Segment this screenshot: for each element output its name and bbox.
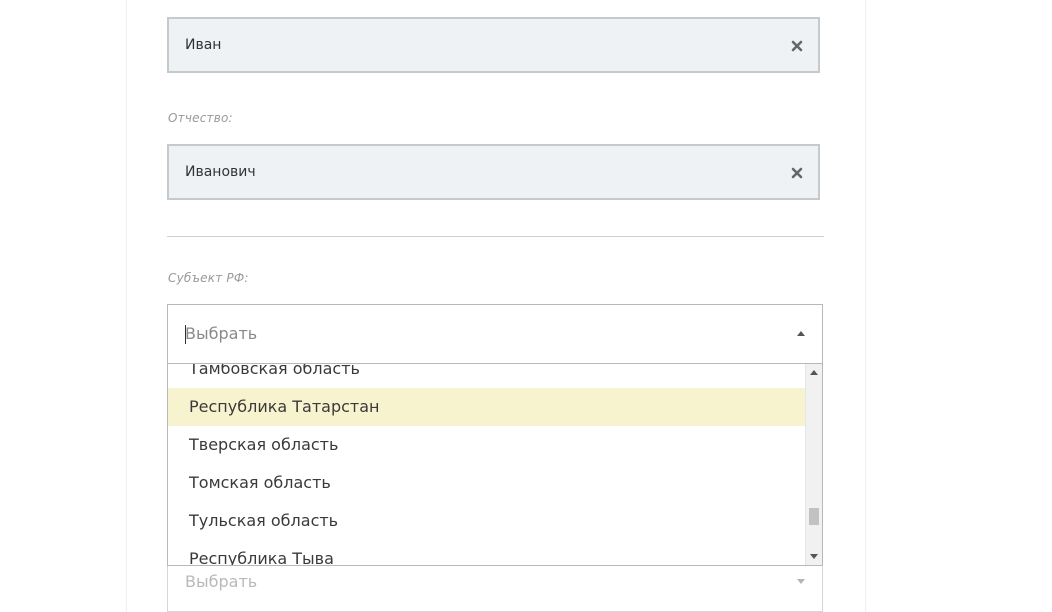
- region-dropdown-list[interactable]: Тамбовская область Республика Татарстан Тв…: [167, 363, 823, 566]
- first-name-field[interactable]: Иван: [167, 17, 820, 73]
- scrollbar-thumb[interactable]: [809, 508, 819, 525]
- region-select[interactable]: Выбрать: [167, 304, 823, 363]
- region-option[interactable]: Республика Татарстан: [168, 388, 805, 426]
- text-cursor: [185, 325, 186, 344]
- region-option[interactable]: Тамбовская область: [168, 364, 805, 388]
- region-select-placeholder: Выбрать: [185, 324, 258, 343]
- close-icon[interactable]: [790, 165, 804, 179]
- first-name-value: Иван: [185, 37, 222, 53]
- next-select[interactable]: Выбрать: [167, 566, 823, 612]
- patronymic-value: Иванович: [185, 164, 256, 180]
- next-select-placeholder: Выбрать: [185, 572, 258, 591]
- scroll-down-arrow-icon[interactable]: [810, 554, 818, 559]
- region-label: Субъект РФ:: [168, 271, 249, 285]
- chevron-down-icon[interactable]: [797, 579, 805, 584]
- close-icon[interactable]: [790, 38, 804, 52]
- region-option[interactable]: Томская область: [168, 464, 805, 502]
- section-divider: [167, 236, 824, 237]
- chevron-up-icon[interactable]: [797, 331, 805, 336]
- patronymic-field[interactable]: Иванович: [167, 144, 820, 200]
- dropdown-scrollbar[interactable]: [805, 364, 822, 565]
- scroll-up-arrow-icon[interactable]: [810, 370, 818, 375]
- region-options: Тамбовская область Республика Татарстан Тв…: [168, 364, 805, 565]
- region-option[interactable]: Республика Тыва: [168, 540, 805, 565]
- patronymic-label: Отчество:: [168, 111, 233, 125]
- region-option[interactable]: Тульская область: [168, 502, 805, 540]
- region-option[interactable]: Тверская область: [168, 426, 805, 464]
